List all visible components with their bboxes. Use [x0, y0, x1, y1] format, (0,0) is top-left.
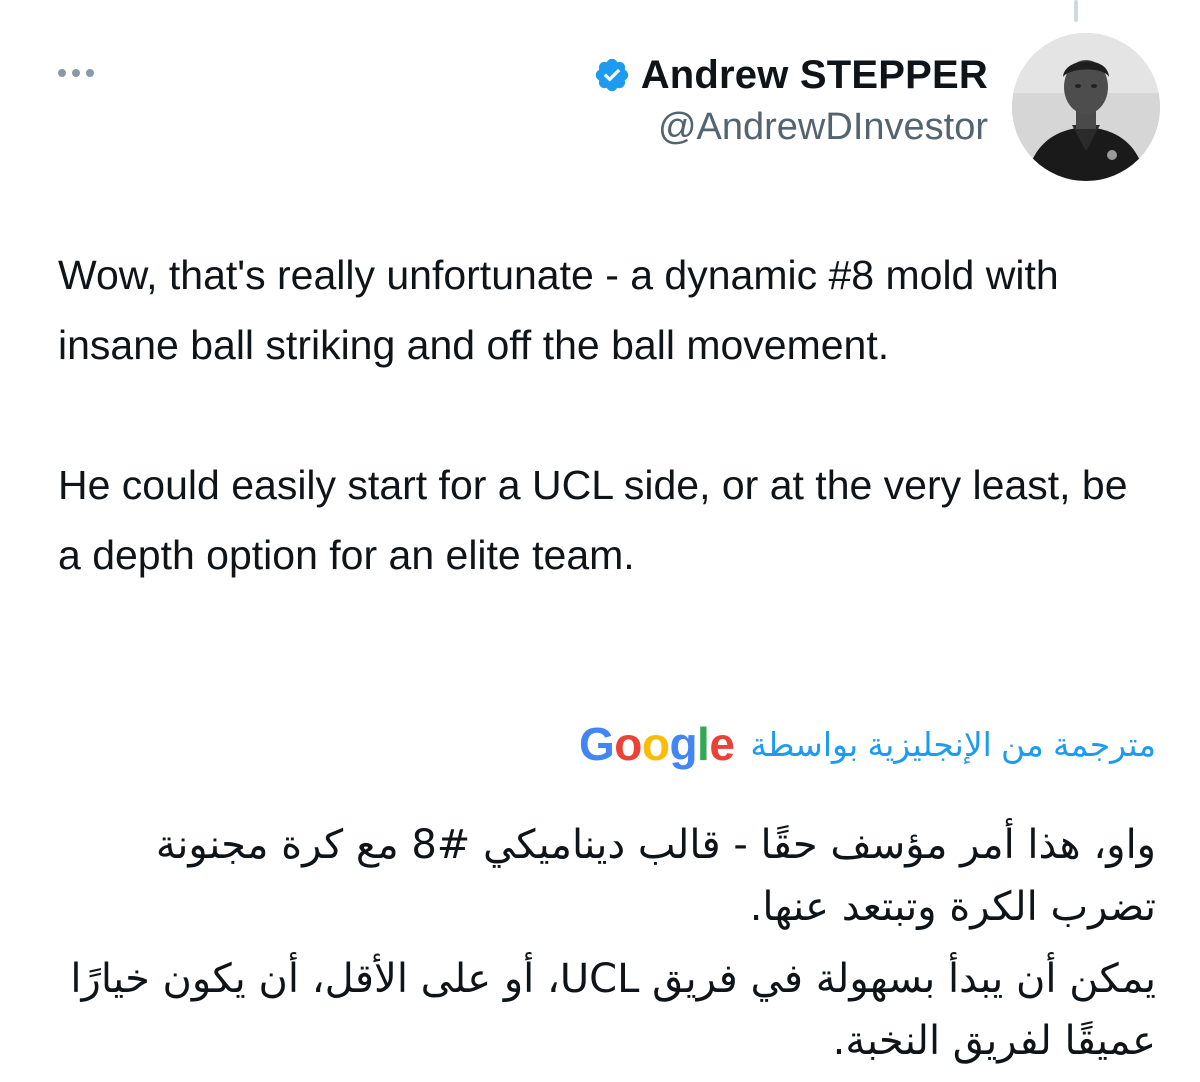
author-display-name[interactable]: Andrew STEPPER	[641, 53, 988, 98]
translated-text: واو، هذا أمر مؤسف حقًا - قالب ديناميكي #…	[56, 814, 1156, 1072]
thread-connector-line	[1074, 0, 1078, 22]
google-logo-letter: G	[578, 718, 615, 770]
google-logo-letter: o	[641, 718, 670, 770]
tweet-paragraph: He could easily start for a UCL side, or…	[58, 462, 1128, 578]
author-handle[interactable]: @AndrewDInvestor	[658, 106, 988, 149]
profile-photo-icon	[1012, 33, 1160, 181]
more-dot	[72, 69, 80, 77]
tweet-text: Wow, that's really unfortunate - a dynam…	[58, 240, 1158, 590]
google-logo-letter: e	[709, 718, 735, 770]
verified-badge-icon	[595, 58, 628, 92]
more-options-icon[interactable]	[58, 63, 104, 83]
google-logo-letter: o	[614, 718, 642, 770]
google-logo-letter: l	[697, 718, 710, 770]
author-name-row[interactable]: Andrew STEPPER	[593, 50, 988, 100]
translation-paragraph: يمكن أن يبدأ بسهولة في فريق UCL، أو على …	[70, 956, 1156, 1064]
more-dot	[58, 69, 66, 77]
google-logo-letter: g	[669, 718, 698, 770]
google-logo: Google	[578, 718, 735, 770]
tweet-paragraph: Wow, that's really unfortunate - a dynam…	[58, 252, 1059, 368]
avatar[interactable]	[1012, 33, 1160, 181]
translation-paragraph: واو، هذا أمر مؤسف حقًا - قالب ديناميكي #…	[155, 822, 1156, 930]
translated-by-label[interactable]: مترجمة من الإنجليزية بواسطة	[750, 725, 1156, 764]
translation-attribution[interactable]: Google مترجمة من الإنجليزية بواسطة	[579, 712, 1156, 776]
more-dot	[86, 69, 94, 77]
